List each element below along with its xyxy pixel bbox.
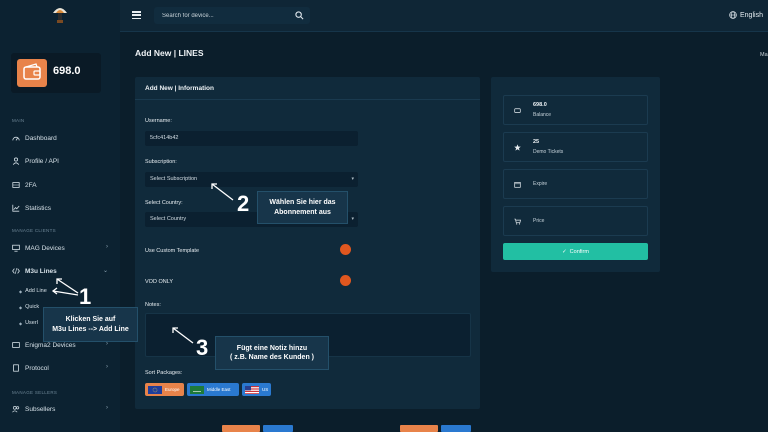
subscription-select[interactable]: Select Subscription ▾ [145, 172, 358, 187]
chevron-right-icon: › [106, 405, 108, 411]
stat-expire: Expire [503, 169, 648, 199]
sidebar-item-2fa[interactable]: 2FA [12, 178, 108, 192]
stat-price: Price [503, 206, 648, 236]
eu-flag-icon [148, 385, 162, 394]
calendar-icon [514, 182, 521, 188]
section-main: MAIN [12, 118, 25, 123]
sidebar-item-statistics[interactable]: Statistics [12, 201, 108, 215]
sidebar-item-subsellers[interactable]: Subsellers › [12, 402, 108, 416]
sidebar-subitem-userl[interactable]: ◆ Userl [19, 320, 38, 326]
package-chip-partial [222, 425, 260, 432]
chevron-right-icon: › [106, 364, 108, 370]
chart-icon [12, 204, 20, 212]
callout-step-3: Fügt eine Notiz hinzu ( z.B. Name des Ku… [215, 336, 329, 370]
chevron-right-icon: › [106, 244, 108, 250]
language-label: English [740, 11, 763, 19]
search-input[interactable] [162, 10, 292, 21]
wallet-icon [514, 108, 521, 113]
vod-only-label: VOD ONLY [145, 279, 174, 285]
sidebar-item-protocol[interactable]: Protocol › [12, 361, 108, 375]
bullet-icon: ◆ [19, 320, 23, 326]
section-manage-sellers: MANAGE SELLERS [12, 390, 58, 395]
notes-label: Notes: [145, 302, 161, 308]
username-label: Username: [145, 118, 172, 124]
sidebar-subitem-quick[interactable]: ◆ Quick [19, 304, 39, 310]
subscription-label: Subscription: [145, 159, 177, 165]
callout-step-1: Klicken Sie auf M3u Lines --> Add Line [43, 307, 138, 342]
wallet-icon [17, 59, 47, 87]
sidebar-subitem-add-line[interactable]: ◆ Add Line [19, 288, 47, 294]
us-flag-icon [245, 385, 259, 394]
sidebar: 698.0 MAIN Dashboard Profile / API 2FA S… [0, 32, 120, 432]
package-middle-east[interactable]: Middle East [187, 383, 239, 396]
breadcrumb: Ma [760, 52, 768, 58]
top-bar: English [0, 0, 768, 32]
menu-toggle-icon[interactable] [132, 11, 141, 19]
page-title: Add New | LINES [135, 48, 204, 58]
chevron-down-icon: ⌄ [102, 268, 108, 274]
star-icon [514, 144, 521, 151]
panel-header: Add New | Information [135, 77, 480, 100]
dashboard-icon [12, 136, 20, 141]
code-icon [12, 268, 20, 274]
users-icon [12, 406, 20, 413]
sort-packages-label: Sort Packages: [145, 370, 183, 376]
summary-panel: 698.0 Balance 25 Demo Tickets Expire Pri… [491, 77, 660, 272]
keypad-icon [12, 182, 20, 188]
stat-demo-tickets: 25 Demo Tickets [503, 132, 648, 162]
bullet-icon: ◆ [19, 288, 23, 294]
confirm-button[interactable]: ✓ Confirm [503, 243, 648, 260]
section-manage-clients: MANAGE CLIENTS [12, 228, 56, 233]
custom-template-label: Use Custom Template [145, 248, 200, 254]
package-chip-partial [263, 425, 293, 432]
caret-down-icon: ▾ [351, 176, 354, 182]
custom-template-toggle[interactable] [340, 244, 351, 255]
step-number-3: 3 [196, 335, 209, 360]
package-chip-partial [441, 425, 471, 432]
user-icon [12, 157, 20, 165]
step-number-2: 2 [237, 191, 250, 216]
package-europe[interactable]: Europe [145, 383, 184, 396]
package-chip-partial [400, 425, 438, 432]
search-box [154, 7, 310, 24]
logo-area [0, 0, 120, 32]
sidebar-item-mag[interactable]: MAG Devices › [12, 241, 108, 255]
vod-only-toggle[interactable] [340, 275, 351, 286]
globe-icon [729, 11, 737, 19]
sidebar-item-profile[interactable]: Profile / API [12, 154, 108, 168]
country-label: Select Country: [145, 200, 183, 206]
cart-icon [514, 218, 521, 225]
document-icon [13, 364, 19, 372]
package-us[interactable]: US [242, 383, 271, 396]
balance-card: 698.0 [11, 53, 101, 93]
language-selector[interactable]: English [729, 11, 763, 19]
caret-down-icon: ▾ [351, 216, 354, 222]
bullet-icon: ◆ [19, 304, 23, 310]
stat-balance: 698.0 Balance [503, 95, 648, 125]
callout-step-2: Wählen Sie hier das Abonnement aus [257, 191, 348, 224]
search-icon[interactable] [295, 11, 304, 20]
tv-icon [12, 342, 20, 348]
check-icon: ✓ [562, 248, 567, 255]
sidebar-item-m3u[interactable]: M3u Lines ⌄ [12, 264, 108, 278]
logo-icon [53, 8, 67, 23]
sidebar-item-dashboard[interactable]: Dashboard [12, 131, 108, 145]
username-field[interactable]: 5cfc414b42 [145, 131, 358, 146]
saudi-flag-icon [190, 385, 204, 394]
monitor-icon [12, 244, 20, 252]
panel-title: Add New | Information [145, 85, 214, 92]
balance-value: 698.0 [53, 65, 81, 77]
